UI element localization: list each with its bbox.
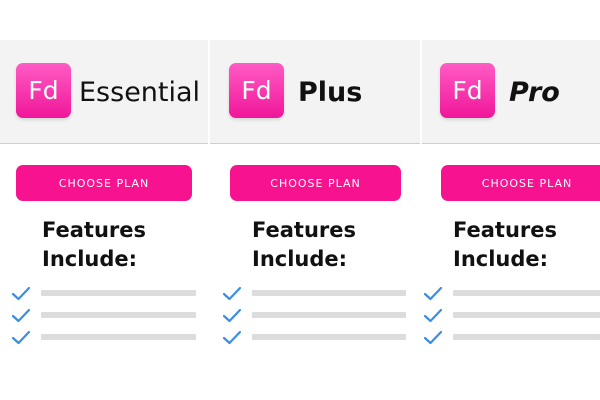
features-heading-line1: Features [252,218,356,242]
checkmark-icon [423,286,443,301]
checkmark-icon [222,308,242,323]
features-heading-line2: Include: [453,247,549,271]
features-heading-line2: Include: [42,247,138,271]
plan-title-essential: Essential [79,77,201,108]
feature-placeholder-bar [453,334,600,340]
choose-plan-button-essential[interactable]: CHOOSE PLAN [16,165,192,201]
features-heading-line1: Features [42,218,146,242]
feature-placeholder-bar [252,312,406,318]
features-heading: Features Include: [453,216,557,274]
checkmark-icon [11,308,31,323]
features-heading: Features Include: [42,216,146,274]
plan-title-pro: Pro [509,77,560,108]
checkmark-icon [11,330,31,345]
fd-logo-icon: Fd [16,63,71,118]
feature-placeholder-bar [453,290,600,296]
plan-title-plus: Plus [298,77,363,108]
header-divider [420,40,422,144]
fd-logo-icon: Fd [229,63,284,118]
checkmark-icon [222,330,242,345]
feature-placeholder-bar [252,290,406,296]
checkmark-icon [423,330,443,345]
fd-logo-icon: Fd [440,63,495,118]
choose-plan-button-plus[interactable]: CHOOSE PLAN [230,165,401,201]
checkmark-icon [11,286,31,301]
choose-plan-button-pro[interactable]: CHOOSE PLAN [441,165,600,201]
checkmark-icon [423,308,443,323]
feature-placeholder-bar [453,312,600,318]
feature-placeholder-bar [41,334,196,340]
header-divider [208,40,210,144]
feature-placeholder-bar [41,312,196,318]
features-heading: Features Include: [252,216,356,274]
feature-placeholder-bar [41,290,196,296]
feature-placeholder-bar [252,334,406,340]
features-heading-line2: Include: [252,247,348,271]
checkmark-icon [222,286,242,301]
features-heading-line1: Features [453,218,557,242]
